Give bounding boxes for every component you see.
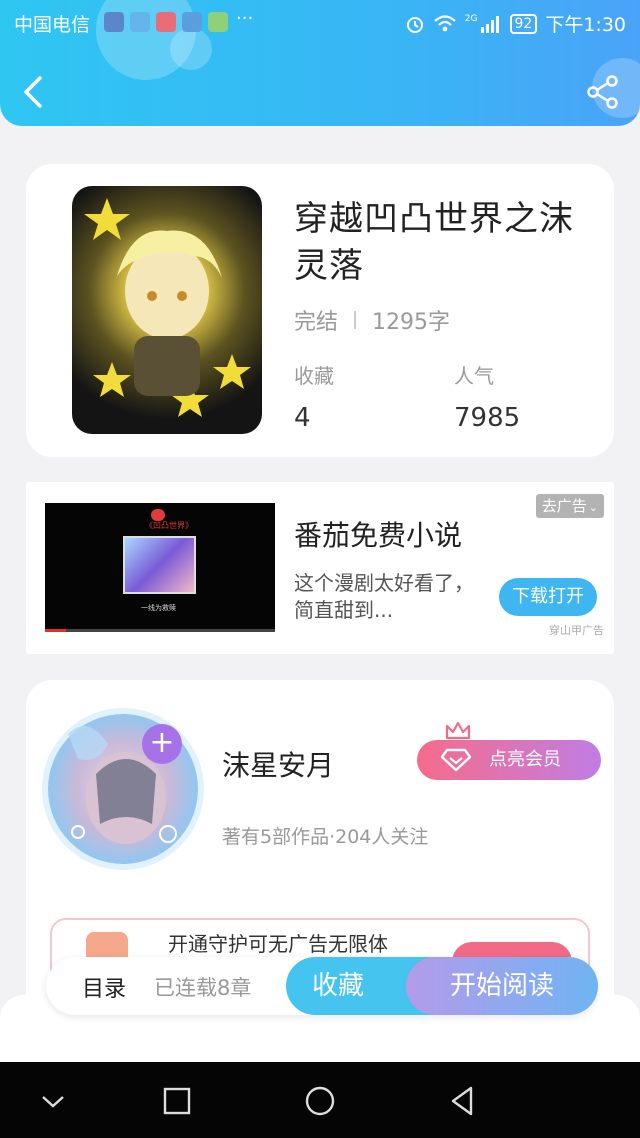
video-app-icon — [104, 12, 124, 32]
hide-keyboard-chevron-icon[interactable] — [36, 1084, 70, 1118]
notification-icons — [104, 12, 228, 32]
system-navigation-bar — [0, 1062, 640, 1138]
popularity-label: 人气 — [454, 364, 494, 388]
status-right: 2G 92 下午1:30 — [405, 10, 626, 37]
more-notifications-icon: ··· — [236, 8, 254, 29]
ad-video-progress — [45, 629, 275, 632]
network-type-label: 2G — [464, 13, 478, 24]
back-nav-icon[interactable] — [445, 1084, 479, 1118]
android-app-icon — [208, 12, 228, 32]
activate-vip-button[interactable]: 点亮会员 — [417, 740, 601, 780]
follow-plus-button[interactable]: + — [142, 724, 182, 764]
ad-video-progress-fill — [45, 629, 66, 632]
ad-video-thumbnail[interactable]: 《凹凸世界》 一线为救赎 — [45, 503, 275, 632]
chevron-down-icon: ⌄ — [588, 501, 598, 514]
meta-divider — [354, 311, 357, 329]
header-bar: 中国电信 ··· 2G 92 下午1:30 — [0, 0, 640, 126]
status-bar: 中国电信 ··· 2G 92 下午1:30 — [0, 0, 640, 44]
serial-status-label: 已连载8章 — [154, 976, 252, 1000]
ad-source-label: 穿山甲广告 — [549, 624, 604, 637]
diamond-icon — [441, 748, 471, 772]
recent-apps-icon[interactable] — [160, 1084, 194, 1118]
start-reading-button[interactable]: 开始阅读 — [406, 957, 598, 1015]
popularity-stat: 人气 7985 — [454, 360, 520, 433]
book-meta: 完结 1295字 — [294, 304, 450, 336]
store-app-icon — [156, 12, 176, 32]
ad-video-frame — [123, 536, 196, 594]
carrier-label: 中国电信 — [14, 14, 91, 36]
ad-banner[interactable]: 《凹凸世界》 一线为救赎 番茄免费小说 这个漫剧太好看了，简直甜到... 去广告… — [26, 482, 614, 654]
back-icon[interactable] — [18, 74, 48, 110]
book-info-card: 穿越凹凸世界之沫灵落 完结 1295字 收藏 4 人气 7985 — [26, 164, 614, 457]
alarm-icon — [406, 16, 423, 33]
battery-indicator: 92 — [509, 13, 538, 34]
favorites-label: 收藏 — [294, 364, 334, 388]
table-of-contents-button[interactable]: 目录 — [82, 971, 126, 1003]
clock-label: 下午1:30 — [545, 14, 626, 36]
browser-app-icon — [182, 12, 202, 32]
ad-video-subtitle: 一线为救赎 — [141, 604, 176, 612]
cover-art — [84, 198, 251, 417]
remove-ad-button[interactable]: 去广告 ⌄ — [535, 494, 604, 518]
remove-ad-label: 去广告 — [541, 497, 587, 515]
author-info: 著有5部作品·204人关注 — [222, 826, 429, 848]
bottom-action-bar: 目录 已连载8章 收藏 开始阅读 — [46, 957, 598, 1015]
ad-description: 这个漫剧太好看了，简直甜到... — [294, 571, 474, 622]
author-name: 沫星安月 — [222, 749, 335, 782]
book-cover-image[interactable] — [72, 186, 262, 434]
favorites-stat: 收藏 4 — [294, 360, 334, 433]
download-open-button[interactable]: 下载打开 — [499, 578, 597, 616]
favorites-value: 4 — [294, 403, 311, 433]
guard-promo-text: 开通守护可无广告无限体 — [168, 932, 388, 956]
ad-video-caption: 《凹凸世界》 — [145, 521, 193, 530]
book-word-count: 1295字 — [372, 310, 451, 335]
crown-icon — [445, 721, 471, 740]
popularity-value: 7985 — [454, 403, 521, 433]
share-icon[interactable] — [586, 74, 620, 110]
reader-app-icon — [130, 12, 150, 32]
home-icon[interactable] — [303, 1084, 337, 1118]
signal-icon — [480, 15, 499, 33]
wifi-icon — [434, 14, 456, 31]
book-title: 穿越凹凸世界之沫灵落 — [294, 199, 574, 286]
vip-button-label: 点亮会员 — [489, 749, 561, 770]
ad-title: 番茄免费小说 — [294, 519, 463, 552]
book-status: 完结 — [294, 310, 339, 335]
